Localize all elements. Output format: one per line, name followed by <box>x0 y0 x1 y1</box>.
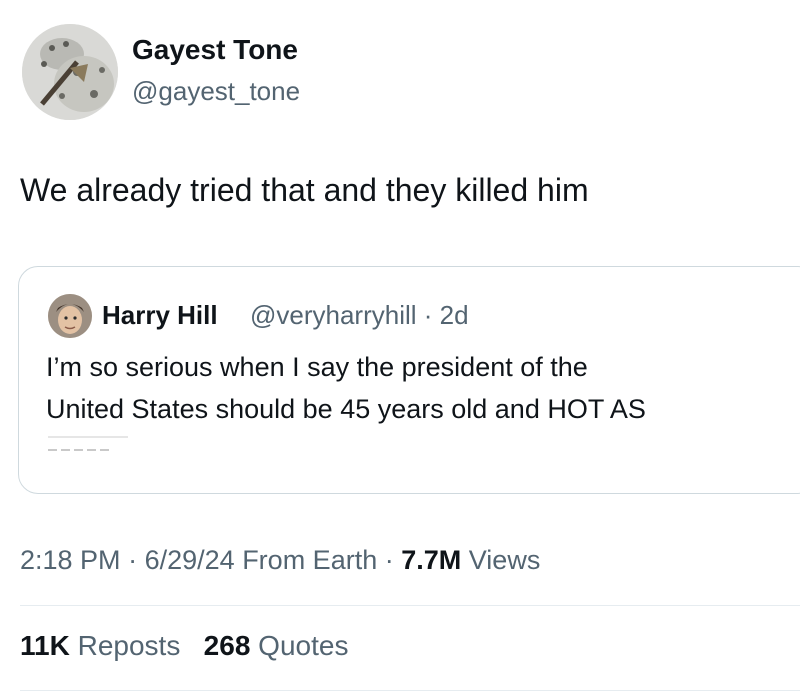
author-avatar[interactable] <box>22 24 118 120</box>
reposts-label: Reposts <box>77 630 181 661</box>
views-label: Views <box>468 545 541 575</box>
tweet-meta: 2:18 PM · 6/29/24 From Earth · 7.7M View… <box>20 545 540 576</box>
quoted-text-line-2: United States should be 45 years old and… <box>46 394 646 424</box>
reposts-link[interactable]: 11K Reposts <box>20 630 180 661</box>
tweet-stats: 11K Reposts 268 Quotes <box>20 630 348 662</box>
divider <box>20 605 800 606</box>
reposts-count: 11K <box>20 630 70 661</box>
harry-hill-avatar-image <box>48 294 92 338</box>
separator-dot: · <box>384 545 402 575</box>
separator-dot: · <box>128 545 145 575</box>
quotes-link[interactable]: 268 Quotes <box>204 630 349 661</box>
author-name[interactable]: Gayest Tone <box>132 34 298 66</box>
snow-leopard-avatar-image <box>22 24 118 120</box>
quoted-text-obscured <box>48 436 128 458</box>
tweet-text: We already tried that and they killed hi… <box>20 172 589 208</box>
quoted-text-line-1: I’m so serious when I say the president … <box>46 352 588 382</box>
author-handle[interactable]: @gayest_tone <box>132 76 300 107</box>
views-count: 7.7M <box>401 545 462 575</box>
divider <box>20 690 800 691</box>
tweet-source: From Earth <box>242 545 378 575</box>
tweet-time[interactable]: 2:18 PM <box>20 545 121 575</box>
quoted-author-handle[interactable]: @veryharryhill · 2d <box>250 300 469 331</box>
quotes-count: 268 <box>203 630 251 661</box>
quoted-author-name[interactable]: Harry Hill <box>102 300 218 331</box>
quotes-label: Quotes <box>258 630 349 661</box>
quoted-author-avatar[interactable] <box>48 294 92 338</box>
tweet-date[interactable]: 6/29/24 <box>145 545 235 575</box>
